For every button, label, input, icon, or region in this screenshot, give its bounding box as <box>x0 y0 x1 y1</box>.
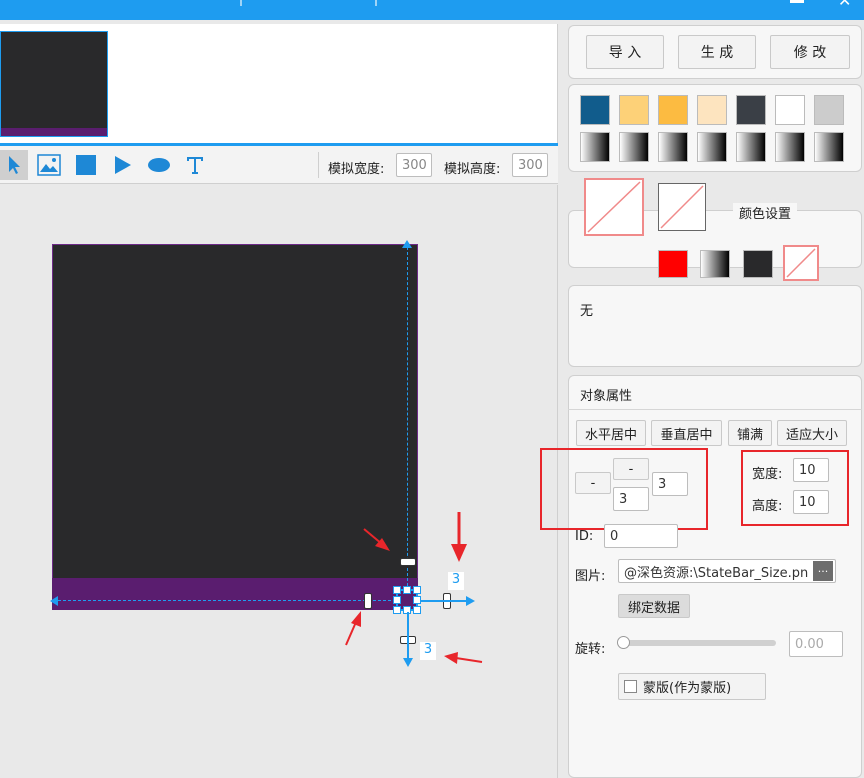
image-tool[interactable] <box>36 152 62 178</box>
h-center-button[interactable]: 水平居中 <box>576 420 646 446</box>
minimize-icon[interactable] <box>790 0 804 3</box>
margin-highlight-box <box>540 448 708 530</box>
text-icon <box>187 157 203 174</box>
bind-data-button[interactable]: 绑定数据 <box>618 594 690 618</box>
rotate-slider-track[interactable] <box>618 640 776 646</box>
properties-divider <box>568 409 862 410</box>
import-button[interactable]: 导 入 <box>586 35 664 69</box>
fit-size-button[interactable]: 适应大小 <box>777 420 847 446</box>
annotation-arrows <box>345 512 483 664</box>
annotation-arrow-icon <box>345 512 483 664</box>
gradient-swatch[interactable] <box>658 132 688 162</box>
title-bar <box>0 0 864 20</box>
gradient-color-option[interactable] <box>700 250 730 278</box>
gradient-swatch[interactable] <box>775 132 805 162</box>
rotate-slider-thumb[interactable] <box>617 636 630 649</box>
resource-panel <box>568 285 862 367</box>
mask-toggle[interactable]: 蒙版(作为蒙版) <box>618 673 766 700</box>
mask-label: 蒙版(作为蒙版) <box>643 681 732 696</box>
ellipse-icon <box>148 158 170 172</box>
properties-title: 对象属性 <box>580 389 633 404</box>
mock-width-label: 模拟宽度: <box>328 162 385 177</box>
gradient-swatch[interactable] <box>580 132 610 162</box>
fill-color-preview[interactable] <box>584 178 644 236</box>
mask-checkbox[interactable] <box>624 680 637 693</box>
id-label: ID: <box>575 529 594 544</box>
image-icon <box>37 154 61 176</box>
ellipse-tool[interactable] <box>145 152 173 178</box>
mock-height-input[interactable]: 300 <box>512 153 548 177</box>
color-swatch[interactable] <box>775 95 805 125</box>
color-swatch[interactable] <box>814 95 844 125</box>
mock-width-input[interactable]: 300 <box>396 153 432 177</box>
gradient-swatch[interactable] <box>814 132 844 162</box>
color-swatch[interactable] <box>658 95 688 125</box>
resource-text: 无 <box>580 304 594 319</box>
v-center-button[interactable]: 垂直居中 <box>651 420 722 446</box>
red-color-option[interactable] <box>658 250 688 278</box>
pointer-tool[interactable] <box>0 150 28 180</box>
generate-button[interactable]: 生 成 <box>678 35 756 69</box>
toolbar-separator <box>318 152 319 178</box>
id-input[interactable]: 0 <box>604 524 678 548</box>
rotate-label: 旋转: <box>575 642 606 657</box>
color-swatch[interactable] <box>736 95 766 125</box>
image-label: 图片: <box>575 569 606 584</box>
title-bar-divider <box>375 0 377 6</box>
gradient-swatch[interactable] <box>619 132 649 162</box>
rectangle-icon <box>76 155 96 175</box>
image-browse-button[interactable]: ... <box>813 561 833 581</box>
gradient-swatch[interactable] <box>697 132 727 162</box>
no-color-option[interactable] <box>783 245 819 281</box>
title-bar-divider <box>240 0 242 6</box>
fill-button[interactable]: 铺满 <box>728 420 772 446</box>
size-highlight-box <box>741 450 849 526</box>
gradient-swatch[interactable] <box>736 132 766 162</box>
no-color-icon <box>660 185 704 229</box>
close-icon[interactable]: ✕ <box>838 0 854 9</box>
rectangle-tool[interactable] <box>73 152 99 178</box>
guide-arrow-up-icon <box>402 240 412 248</box>
page-thumbnail[interactable] <box>0 31 108 137</box>
mock-height-label: 模拟高度: <box>444 162 501 177</box>
color-settings-title: 颜色设置 <box>733 203 798 222</box>
color-swatch[interactable] <box>580 95 610 125</box>
text-tool[interactable] <box>182 152 208 178</box>
color-swatch[interactable] <box>619 95 649 125</box>
color-swatch[interactable] <box>697 95 727 125</box>
no-color-icon <box>587 181 641 233</box>
triangle-tool[interactable] <box>110 152 136 178</box>
stroke-color-preview[interactable] <box>658 183 706 231</box>
no-color-icon <box>786 248 816 278</box>
dark-color-option[interactable] <box>743 250 773 278</box>
image-path-text: @深色资源:\StateBar_Size.pn <box>624 565 809 581</box>
triangle-icon <box>115 156 131 174</box>
modify-button[interactable]: 修 改 <box>770 35 850 69</box>
guide-arrow-left-icon <box>50 596 58 606</box>
image-path-input[interactable]: @深色资源:\StateBar_Size.pn <box>618 559 836 583</box>
rotate-input[interactable]: 0.00 <box>789 631 843 657</box>
thumbnail-bar <box>1 128 107 136</box>
pointer-icon <box>9 156 20 174</box>
